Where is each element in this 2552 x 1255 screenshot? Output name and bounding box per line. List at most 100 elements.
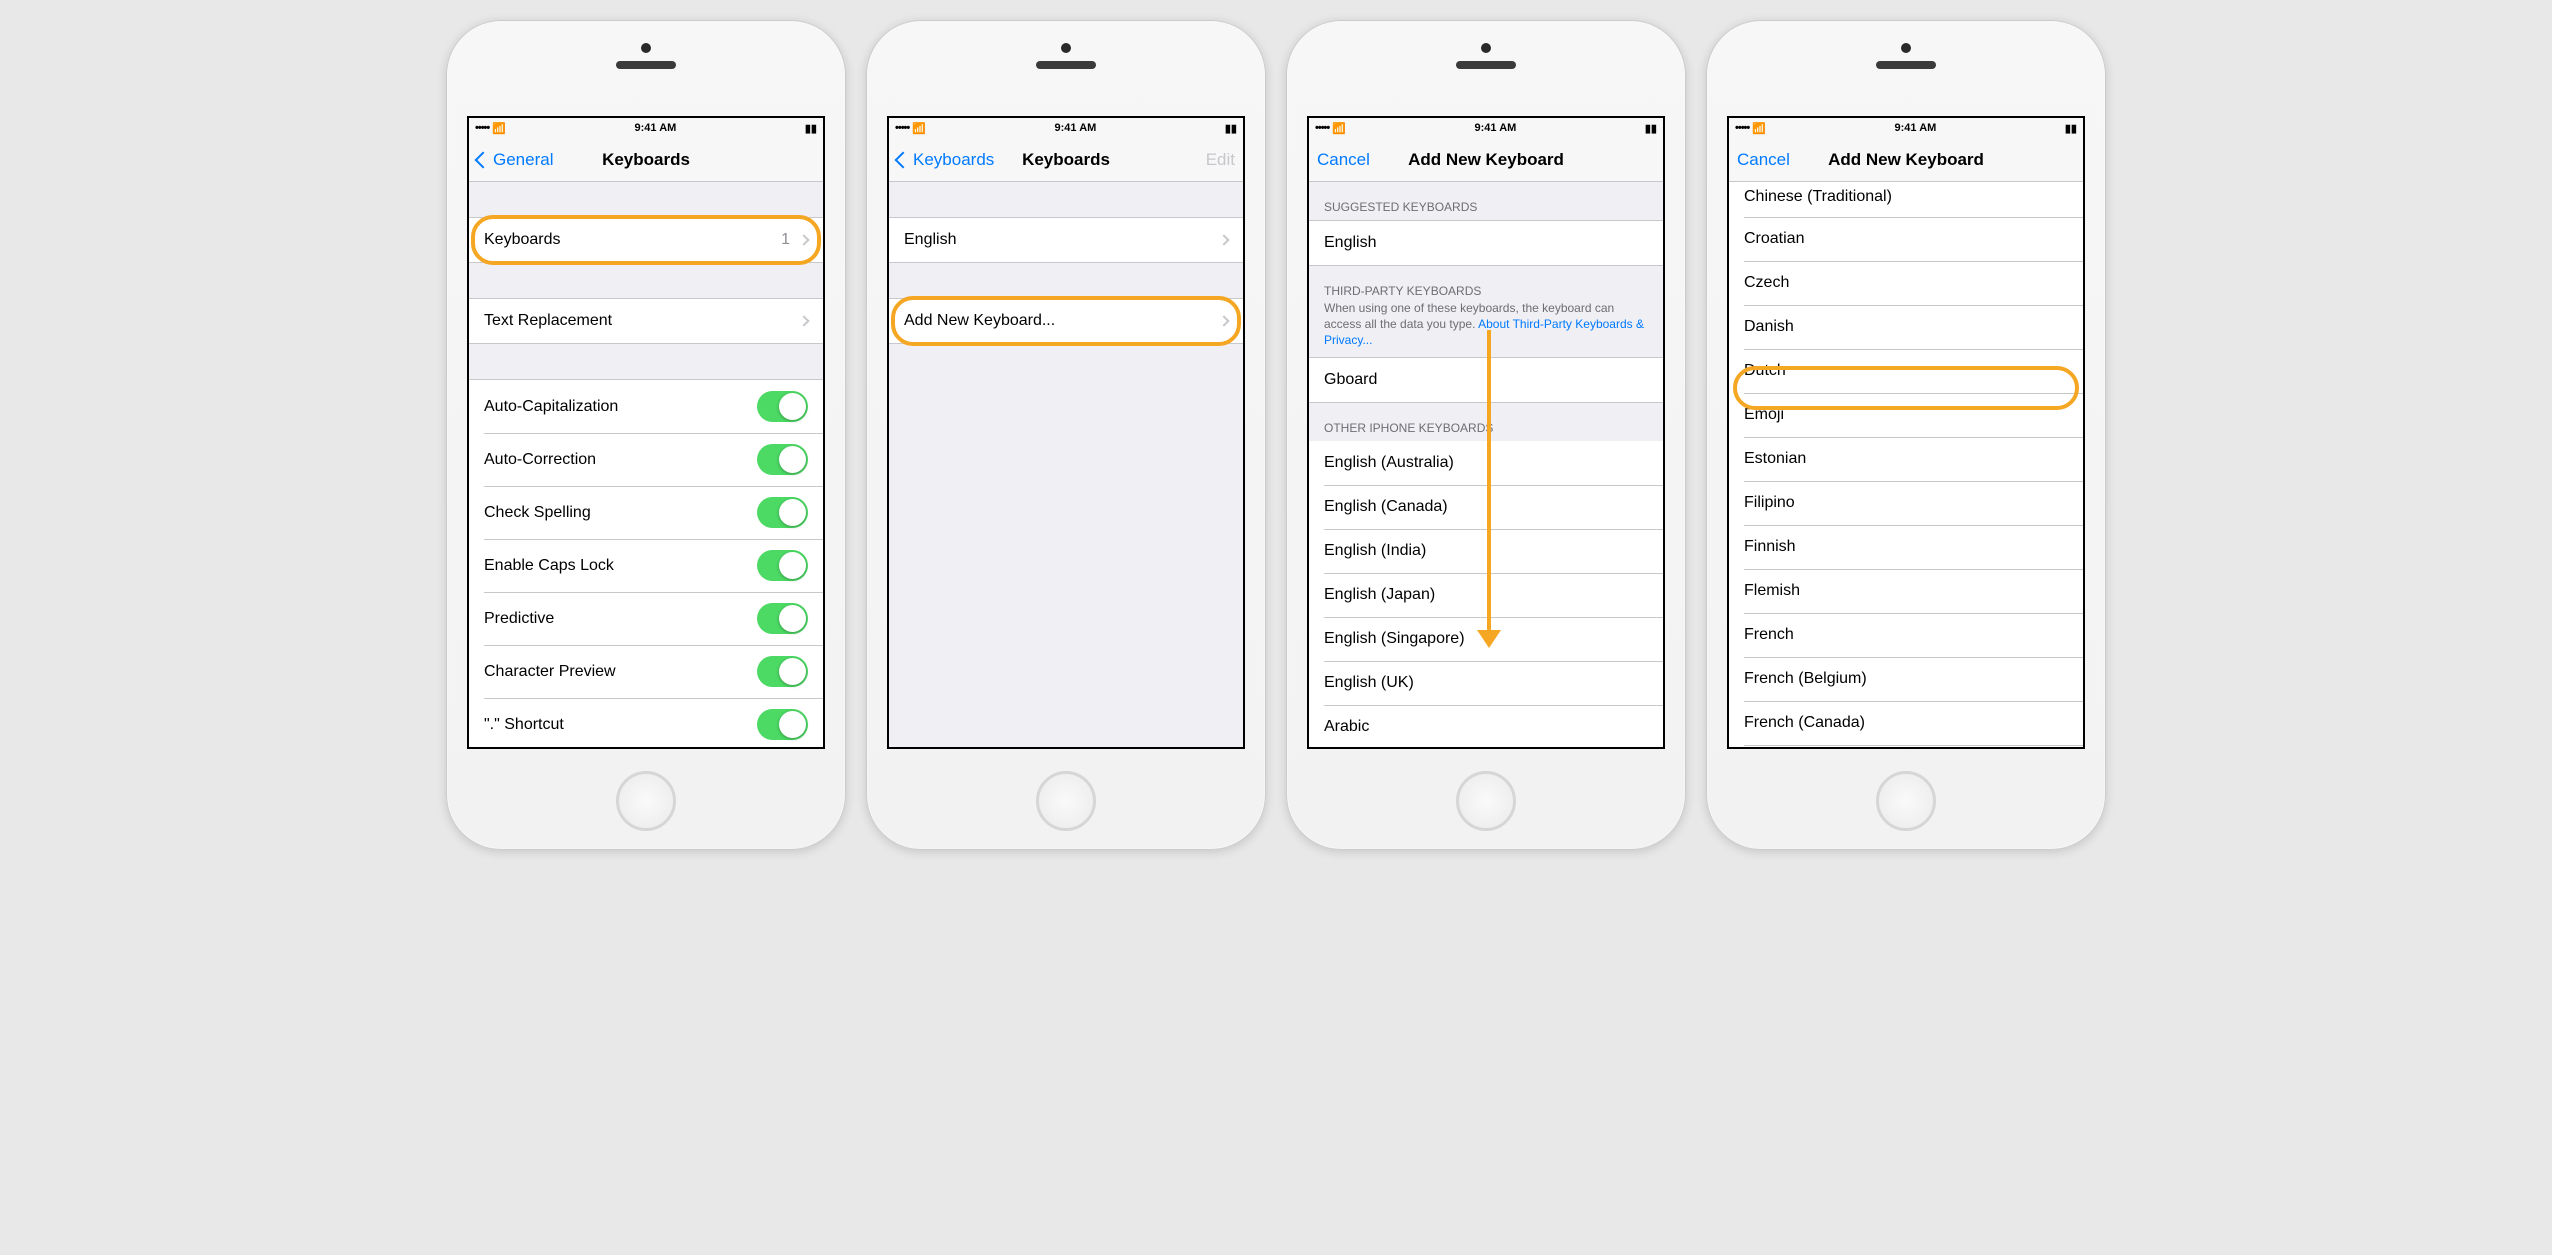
keyboard-option-label: English (Singapore) <box>1324 630 1465 648</box>
keyboards-label: Keyboards <box>484 231 561 249</box>
back-button[interactable]: Keyboards <box>897 150 994 170</box>
keyboard-option-row[interactable]: French (Belgium) <box>1729 657 2083 701</box>
toggle-row[interactable]: Predictive <box>469 592 823 645</box>
keyboard-option-row[interactable]: Gboard <box>1309 358 1663 402</box>
nav-bar: Keyboards Keyboards Edit <box>889 138 1243 182</box>
toggle-row[interactable]: Auto-Capitalization <box>469 380 823 433</box>
home-button[interactable] <box>1036 771 1096 831</box>
toggle-label: Character Preview <box>484 663 616 681</box>
toggle-label: Predictive <box>484 610 554 628</box>
keyboard-option-row[interactable]: English (Singapore) <box>1309 617 1663 661</box>
keyboard-option-row[interactable]: Filipino <box>1729 481 2083 525</box>
signal-dots-icon: ••••• <box>1735 122 1749 134</box>
content-area[interactable]: English Add New Keyboard... <box>889 182 1243 747</box>
toggle-row[interactable]: Character Preview <box>469 645 823 698</box>
add-new-keyboard-row[interactable]: Add New Keyboard... <box>889 299 1243 343</box>
keyboard-option-row[interactable]: Dutch <box>1729 349 2083 393</box>
content-area[interactable]: SUGGESTED KEYBOARDS English THIRD-PARTY … <box>1309 182 1663 747</box>
back-button[interactable]: General <box>477 150 553 170</box>
toggle-row[interactable]: Check Spelling <box>469 486 823 539</box>
keyboard-option-row[interactable]: Flemish <box>1729 569 2083 613</box>
keyboard-option-label: Arabic <box>1324 718 1369 736</box>
keyboard-option-label: Czech <box>1744 274 1789 292</box>
keyboard-option-row[interactable]: Czech <box>1729 261 2083 305</box>
keyboard-option-label: French <box>1744 626 1794 644</box>
keyboard-option-row[interactable]: English (Canada) <box>1309 485 1663 529</box>
keyboard-option-row[interactable]: English (Japan) <box>1309 573 1663 617</box>
keyboard-option-label: Croatian <box>1744 230 1804 248</box>
keyboard-option-label: Danish <box>1744 318 1794 336</box>
content-area[interactable]: Chinese (Traditional) Croatian Czech Danish… <box>1729 182 2083 747</box>
cancel-button[interactable]: Cancel <box>1317 150 1370 170</box>
home-button[interactable] <box>616 771 676 831</box>
nav-bar: Cancel Add New Keyboard <box>1729 138 2083 182</box>
keyboard-option-row[interactable]: French (Switzerland) <box>1729 745 2083 747</box>
home-button[interactable] <box>1456 771 1516 831</box>
phone-frame-2: •••••📶 9:41 AM ▮▮ Keyboards Keyboards Ed… <box>866 20 1266 850</box>
toggle-switch[interactable] <box>757 656 808 687</box>
thirdparty-header: THIRD-PARTY KEYBOARDS <box>1309 266 1663 300</box>
screen-3: •••••📶 9:41 AM ▮▮ Cancel Add New Keyboar… <box>1307 116 1665 749</box>
toggle-switch[interactable] <box>757 391 808 422</box>
keyboard-option-label: Finnish <box>1744 538 1796 556</box>
keyboard-option-label: Dutch <box>1744 362 1786 380</box>
speaker-slot <box>616 61 676 69</box>
toggle-switch[interactable] <box>757 444 808 475</box>
home-button[interactable] <box>1876 771 1936 831</box>
phone-frame-4: •••••📶 9:41 AM ▮▮ Cancel Add New Keyboar… <box>1706 20 2106 850</box>
keyboard-option-label: English <box>1324 234 1376 252</box>
keyboard-option-row[interactable]: Finnish <box>1729 525 2083 569</box>
cancel-button[interactable]: Cancel <box>1737 150 1790 170</box>
keyboard-option-row[interactable]: Danish <box>1729 305 2083 349</box>
toggle-switch[interactable] <box>757 497 808 528</box>
keyboard-option-label: French (Belgium) <box>1744 670 1867 688</box>
phone-frame-1: •••••📶 9:41 AM ▮▮ General Keyboards Keyb… <box>446 20 846 850</box>
content-area[interactable]: Keyboards 1 Text Replacement Auto-Capita… <box>469 182 823 747</box>
other-header: OTHER IPHONE KEYBOARDS <box>1309 403 1663 441</box>
toggle-label: Check Spelling <box>484 504 591 522</box>
screen-2: •••••📶 9:41 AM ▮▮ Keyboards Keyboards Ed… <box>887 116 1245 749</box>
keyboard-option-row[interactable]: English (UK) <box>1309 661 1663 705</box>
keyboard-option-row[interactable]: Croatian <box>1729 217 2083 261</box>
toggle-switch[interactable] <box>757 603 808 634</box>
keyboard-option-label: Filipino <box>1744 494 1795 512</box>
screen-4: •••••📶 9:41 AM ▮▮ Cancel Add New Keyboar… <box>1727 116 2085 749</box>
toggle-row[interactable]: Enable Caps Lock <box>469 539 823 592</box>
camera-dot <box>1901 43 1911 53</box>
status-time: 9:41 AM <box>1055 122 1097 134</box>
chevron-left-icon <box>475 151 492 168</box>
status-bar: •••••📶 9:41 AM ▮▮ <box>1729 118 2083 138</box>
keyboard-option-row[interactable]: Estonian <box>1729 437 2083 481</box>
keyboard-option-row[interactable]: French (Canada) <box>1729 701 2083 745</box>
keyboard-option-label: Chinese (Traditional) <box>1744 188 1892 206</box>
keyboard-option-label: Emoji <box>1744 406 1784 424</box>
keyboard-option-label: Estonian <box>1744 450 1806 468</box>
toggle-switch[interactable] <box>757 550 808 581</box>
speaker-slot <box>1456 61 1516 69</box>
toggle-row[interactable]: Auto-Correction <box>469 433 823 486</box>
keyboards-row[interactable]: Keyboards 1 <box>469 218 823 262</box>
keyboard-option-row[interactable]: French <box>1729 613 2083 657</box>
toggle-label: Enable Caps Lock <box>484 557 614 575</box>
status-bar: •••••📶 9:41 AM ▮▮ <box>469 118 823 138</box>
speaker-slot <box>1036 61 1096 69</box>
toggle-group: Auto-CapitalizationAuto-Correction Check … <box>469 379 823 747</box>
toggle-switch[interactable] <box>757 709 808 740</box>
keyboard-option-row[interactable]: Emoji <box>1729 393 2083 437</box>
keyboard-option-label: French (Canada) <box>1744 714 1865 732</box>
wifi-icon: 📶 <box>492 122 506 135</box>
toggle-row[interactable]: "." Shortcut <box>469 698 823 747</box>
camera-dot <box>641 43 651 53</box>
text-replacement-row[interactable]: Text Replacement <box>469 299 823 343</box>
status-bar: •••••📶 9:41 AM ▮▮ <box>889 118 1243 138</box>
english-keyboard-row[interactable]: English <box>889 218 1243 262</box>
english-label: English <box>904 231 956 249</box>
keyboard-option-row[interactable]: English (Australia) <box>1309 441 1663 485</box>
status-time: 9:41 AM <box>635 122 677 134</box>
keyboard-option-row[interactable]: English (India) <box>1309 529 1663 573</box>
battery-icon: ▮▮ <box>2065 122 2077 135</box>
edit-button[interactable]: Edit <box>1206 150 1235 170</box>
keyboard-option-row[interactable]: Arabic <box>1309 705 1663 747</box>
keyboard-option-row[interactable]: English <box>1309 221 1663 265</box>
keyboard-option-row[interactable]: Chinese (Traditional) <box>1729 182 2083 217</box>
